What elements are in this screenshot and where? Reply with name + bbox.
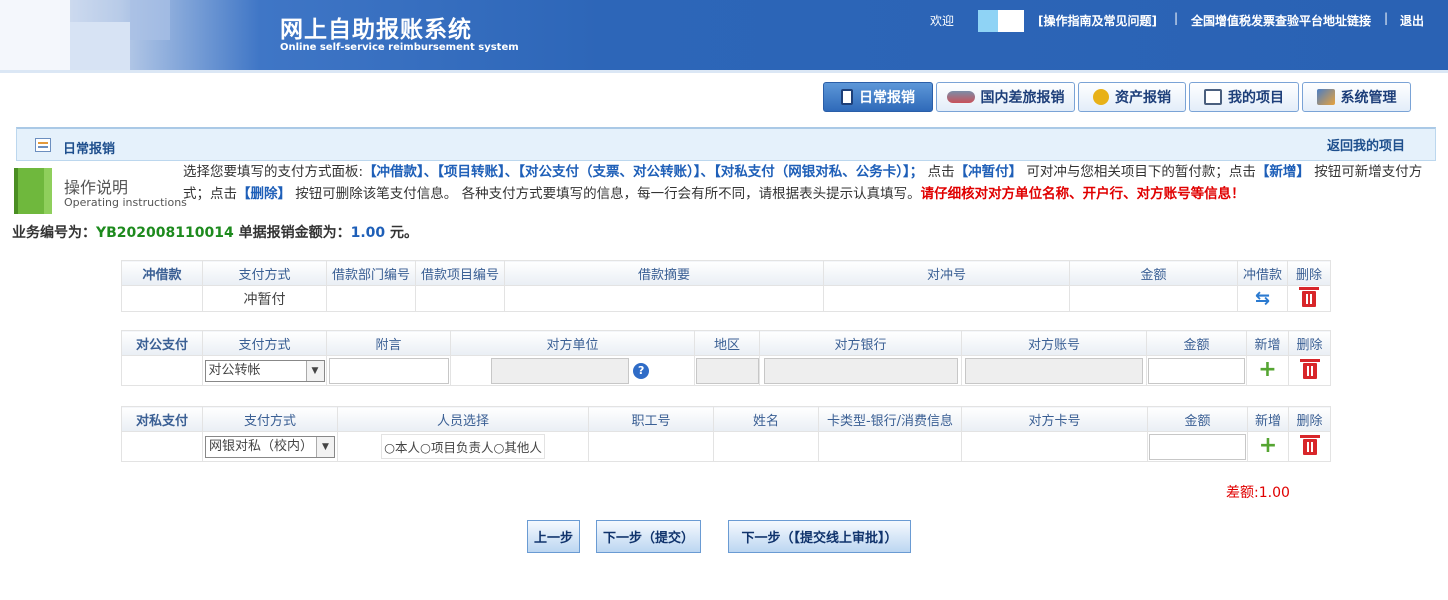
column-header: 金额	[1147, 406, 1248, 432]
column-header: 新增	[1246, 330, 1289, 356]
separator: |	[1384, 11, 1389, 25]
column-header: 删除	[1287, 260, 1331, 286]
back-to-my-projects-link[interactable]: 返回我的项目	[1327, 135, 1405, 154]
public-payment-label: 对公支付	[121, 330, 203, 356]
trash-icon[interactable]	[1299, 286, 1319, 307]
previous-step-button[interactable]: 上一步	[527, 520, 580, 553]
book-icon	[14, 168, 52, 214]
column-header: 借款摘要	[504, 260, 824, 286]
help-icon[interactable]: ?	[633, 363, 650, 379]
header-divider	[0, 70, 1448, 73]
section-title: 日常报销	[63, 142, 116, 157]
column-header: 冲借款	[1237, 260, 1288, 286]
tab-label: 日常报销	[859, 90, 915, 106]
loan-offset-table: 冲借款 支付方式 借款部门编号 借款项目编号 借款摘要 对冲号 金额 冲借款 删…	[121, 260, 1331, 312]
plus-icon[interactable]: +	[1258, 357, 1276, 382]
column-header: 对方银行	[759, 330, 962, 356]
section-bar: 日常报销 返回我的项目	[16, 127, 1436, 161]
column-header: 对方卡号	[961, 406, 1148, 432]
column-header: 支付方式	[202, 406, 338, 432]
column-header: 人员选择	[337, 406, 589, 432]
business-number: YB202008110014	[96, 225, 234, 241]
column-header: 金额	[1069, 260, 1238, 286]
private-payment-label: 对私支付	[121, 406, 203, 432]
guide-link[interactable]: [操作指南及常见问题]	[1038, 12, 1157, 29]
next-step-submit-button[interactable]: 下一步（提交）	[596, 520, 701, 553]
column-header: 姓名	[713, 406, 819, 432]
tab-my-projects[interactable]: 我的项目	[1189, 82, 1299, 112]
tab-travel-reimbursement[interactable]: 国内差旅报销	[936, 82, 1075, 112]
user-name-box	[978, 10, 1024, 32]
chevron-down-icon: ▼	[316, 436, 334, 457]
counterparty-account-input[interactable]	[965, 357, 1143, 384]
column-header: 借款项目编号	[415, 260, 505, 286]
tab-label: 我的项目	[1228, 90, 1284, 106]
person-selection-radios[interactable]: ○本人○项目负责人○其他人	[381, 434, 545, 459]
loan-label: 冲借款	[121, 260, 203, 286]
tab-label: 资产报销	[1115, 90, 1171, 106]
payment-method-select[interactable]: 网银对私（校内） ▼	[205, 435, 335, 458]
form-icon	[35, 138, 51, 152]
payment-method-value: 冲暂付	[202, 285, 327, 312]
column-header: 新增	[1247, 406, 1289, 432]
column-header: 对冲号	[823, 260, 1070, 286]
amount-input[interactable]	[1148, 357, 1245, 384]
column-header: 对方单位	[450, 330, 695, 356]
public-payment-table: 对公支付 支付方式 附言 对方单位 地区 对方银行 对方账号 金额 新增 删除 …	[121, 330, 1331, 386]
invoice-check-link[interactable]: 全国增值税发票查验平台地址链接	[1191, 12, 1371, 29]
column-header: 借款部门编号	[326, 260, 416, 286]
header-decoration	[130, 0, 170, 40]
welcome-text: 欢迎	[930, 14, 955, 28]
table-row: 对公转帐 ▼ ? +	[121, 355, 1331, 386]
logout-link[interactable]: 退出	[1400, 12, 1424, 29]
column-header: 卡类型-银行/消费信息	[818, 406, 962, 432]
column-header: 附言	[326, 330, 451, 356]
business-info: 业务编号为：YB202008110014 单据报销金额为：1.00 元。	[12, 225, 418, 241]
private-payment-table: 对私支付 支付方式 人员选择 职工号 姓名 卡类型-银行/消费信息 对方卡号 金…	[121, 406, 1331, 462]
app-subtitle: Online self-service reimbursement system	[280, 42, 519, 53]
table-row: 网银对私（校内） ▼ ○本人○项目负责人○其他人 +	[121, 431, 1331, 462]
column-header: 支付方式	[202, 260, 327, 286]
tab-asset-reimbursement[interactable]: 资产报销	[1078, 82, 1186, 112]
plus-icon[interactable]: +	[1259, 433, 1277, 458]
app-header: 网上自助报账系统 Online self-service reimburseme…	[0, 0, 1448, 70]
trash-icon[interactable]	[1299, 434, 1320, 455]
difference-amount: 差额:1.00	[1226, 485, 1290, 501]
next-step-online-approval-button[interactable]: 下一步（【提交线上审批】）	[728, 520, 911, 553]
column-header: 对方账号	[961, 330, 1147, 356]
instructions-title: 操作说明	[64, 178, 129, 197]
column-header: 金额	[1146, 330, 1247, 356]
column-header: 删除	[1288, 330, 1331, 356]
column-header: 职工号	[588, 406, 714, 432]
column-header: 支付方式	[202, 330, 327, 356]
tab-label: 系统管理	[1340, 90, 1397, 106]
list-icon	[1204, 89, 1222, 105]
column-header: 删除	[1288, 406, 1331, 432]
table-row: 冲暂付 ⇆	[121, 285, 1331, 312]
reimbursement-amount: 1.00	[350, 225, 386, 241]
instructions-text: 选择您要填写的支付方式面板:【冲借款】、【项目转账】、【对公支付（支票、对公转账…	[183, 164, 1423, 202]
memo-input[interactable]	[328, 357, 449, 384]
column-header: 地区	[694, 330, 760, 356]
instructions-subtitle: Operating instructions	[64, 196, 187, 209]
separator: |	[1174, 11, 1179, 25]
region-input[interactable]	[695, 357, 759, 384]
counterparty-bank-input[interactable]	[763, 357, 958, 384]
trash-icon[interactable]	[1299, 358, 1320, 379]
tab-label: 国内差旅报销	[980, 90, 1065, 106]
tab-system-management[interactable]: 系统管理	[1302, 82, 1411, 112]
amount-input[interactable]	[1149, 433, 1246, 460]
payment-method-select[interactable]: 对公转帐 ▼	[204, 359, 325, 382]
coins-icon	[1093, 89, 1109, 105]
settings-icon	[1316, 89, 1335, 105]
train-icon	[946, 91, 975, 103]
tab-daily-reimbursement[interactable]: 日常报销	[823, 82, 933, 112]
app-title: 网上自助报账系统	[280, 17, 472, 43]
chevron-down-icon: ▼	[305, 360, 324, 381]
header-decoration	[70, 22, 130, 70]
header-decoration	[0, 0, 70, 70]
counterparty-unit-input[interactable]	[491, 357, 629, 384]
document-icon	[841, 89, 853, 105]
swap-icon[interactable]: ⇆	[1255, 288, 1270, 309]
